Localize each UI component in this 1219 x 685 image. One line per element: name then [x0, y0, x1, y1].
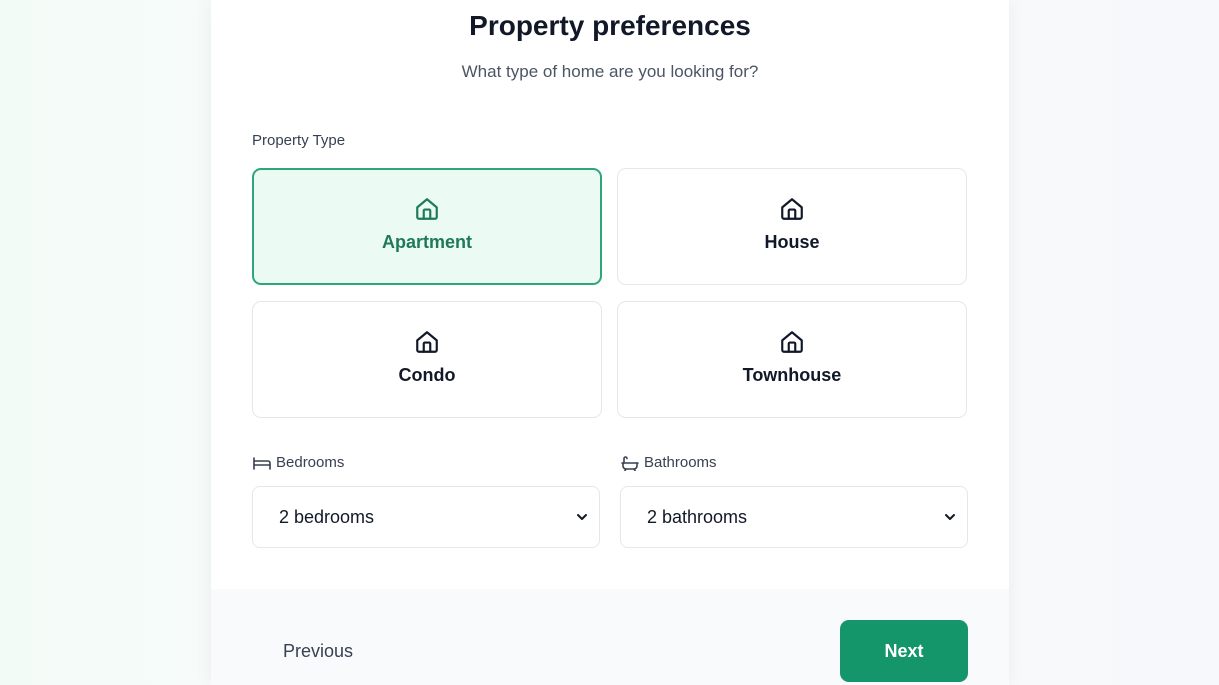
- home-icon: [781, 331, 803, 353]
- property-option-label: Condo: [398, 365, 456, 385]
- previous-button[interactable]: Previous: [283, 641, 353, 662]
- property-type-label: Property Type: [252, 132, 346, 149]
- bathrooms-label: Bathrooms: [620, 454, 717, 471]
- home-icon: [416, 331, 438, 353]
- bedrooms-label-text: Bedrooms: [276, 454, 345, 471]
- home-icon: [781, 198, 803, 220]
- preferences-card: Property preferences What type of home a…: [211, 0, 1009, 685]
- bedrooms-select[interactable]: 2 bedrooms: [252, 486, 600, 548]
- property-option-label: House: [764, 232, 820, 252]
- form-footer: Previous Next: [211, 589, 1009, 685]
- property-option-house[interactable]: House: [617, 168, 967, 285]
- next-button[interactable]: Next: [840, 620, 968, 682]
- page-subtitle: What type of home are you looking for?: [461, 62, 759, 81]
- bathrooms-label-text: Bathrooms: [644, 454, 717, 471]
- page-title: Property preferences: [469, 10, 751, 41]
- bathrooms-selected-value: 2 bathrooms: [647, 506, 748, 527]
- bath-icon: [621, 455, 639, 471]
- property-option-condo[interactable]: Condo: [252, 301, 602, 418]
- bathrooms-select[interactable]: 2 bathrooms: [620, 486, 968, 548]
- chevron-down-icon: [577, 514, 587, 520]
- home-icon: [416, 198, 438, 220]
- bedrooms-label: Bedrooms: [252, 454, 344, 471]
- property-option-townhouse[interactable]: Townhouse: [617, 301, 967, 418]
- bedrooms-selected-value: 2 bedrooms: [279, 506, 375, 527]
- property-option-label: Apartment: [381, 232, 472, 252]
- chevron-down-icon: [945, 514, 955, 520]
- property-option-apartment[interactable]: Apartment: [252, 168, 602, 285]
- bed-icon: [253, 456, 271, 470]
- property-option-label: Townhouse: [742, 365, 842, 385]
